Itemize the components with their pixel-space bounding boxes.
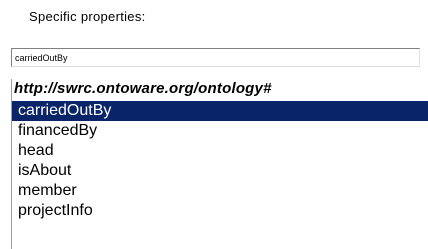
property-filter-input[interactable]: [11, 48, 420, 67]
list-item-projectinfo[interactable]: projectInfo: [12, 201, 428, 221]
property-list[interactable]: http://swrc.ontoware.org/ontology# carri…: [11, 79, 428, 249]
list-item-head[interactable]: head: [12, 141, 428, 161]
specific-properties-label: Specific properties:: [29, 9, 146, 24]
list-item-financedby[interactable]: financedBy: [12, 121, 428, 141]
list-item-carriedoutby[interactable]: carriedOutBy: [12, 101, 428, 121]
list-item-member[interactable]: member: [12, 181, 428, 201]
namespace-group-header: http://swrc.ontoware.org/ontology#: [14, 80, 272, 97]
property-items: carriedOutBy financedBy head isAbout mem…: [12, 101, 428, 221]
list-item-isabout[interactable]: isAbout: [12, 161, 428, 181]
